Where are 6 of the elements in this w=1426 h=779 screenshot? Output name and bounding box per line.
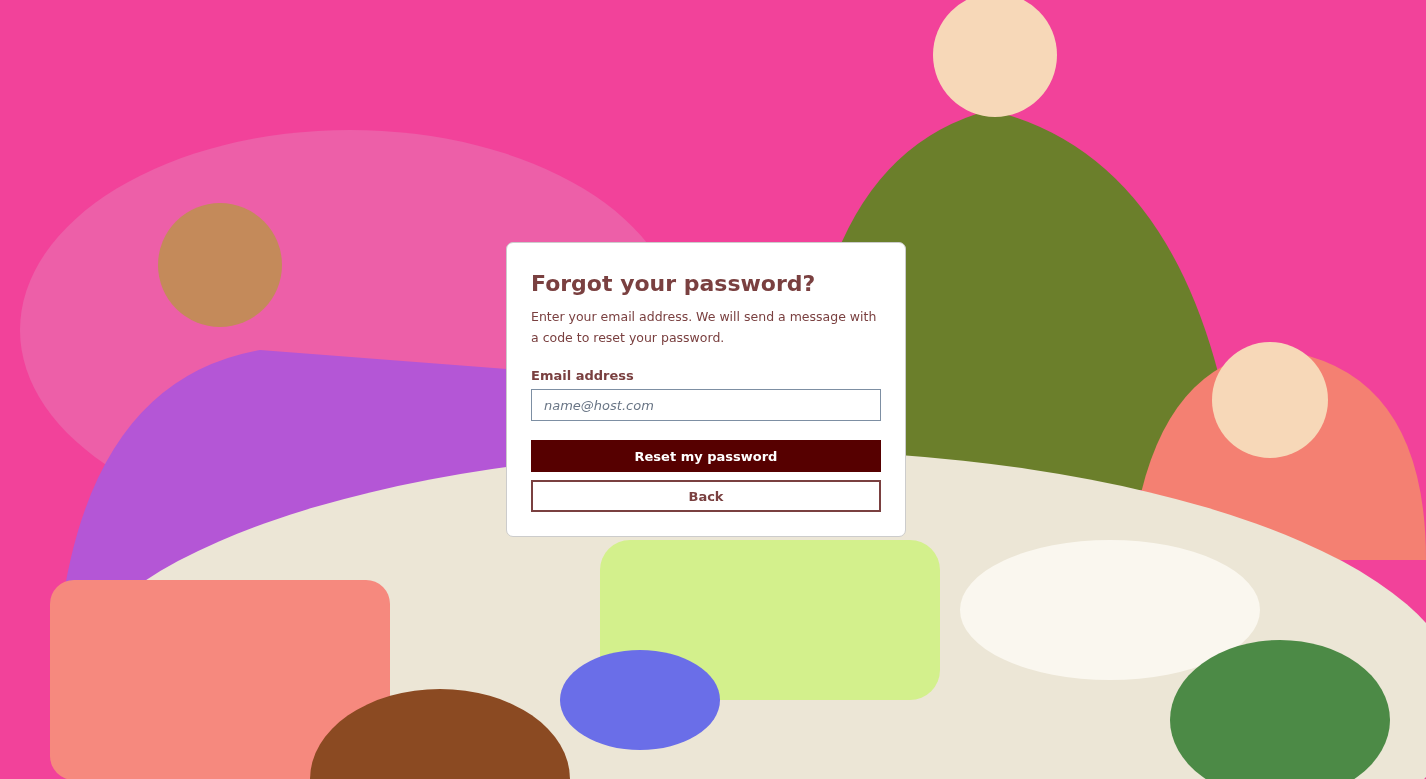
dialog-title: Forgot your password? <box>531 271 817 296</box>
field-label: Email address <box>531 368 635 383</box>
email-field[interactable]: name@host.com <box>531 389 881 421</box>
back-button[interactable]: Back <box>531 480 881 512</box>
reset-password-button[interactable]: Reset my password <box>531 440 881 472</box>
dialog-description: Enter your email address. We will send a message with a code to reset your password. <box>531 308 878 347</box>
